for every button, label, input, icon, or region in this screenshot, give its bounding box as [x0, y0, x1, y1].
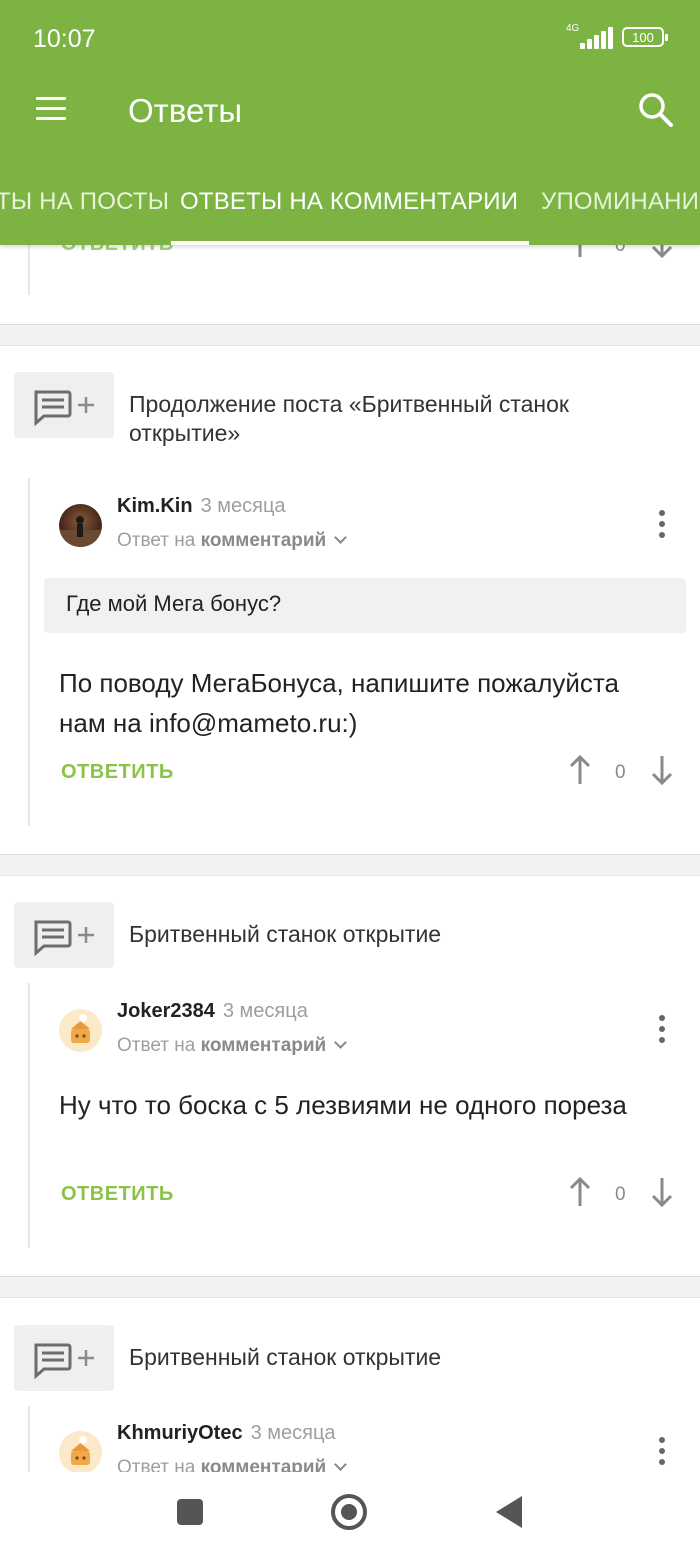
comment-add-icon[interactable] — [14, 372, 114, 438]
comment-age: 3 месяца — [200, 495, 286, 517]
reply-prefix: Ответ на — [117, 1457, 196, 1472]
reply-prefix: Ответ на — [117, 530, 196, 551]
battery-level: 100 — [632, 29, 654, 45]
status-time: 10:07 — [33, 25, 96, 53]
chevron-down-icon[interactable] — [334, 1458, 348, 1471]
post-title[interactable]: Продолжение поста «Бритвенный станок отк… — [129, 390, 629, 448]
author-label[interactable]: Joker2384 — [117, 1000, 215, 1022]
section-separator — [0, 324, 700, 346]
author-label[interactable]: Kim.Kin — [117, 495, 193, 517]
status-icons: 4G 100 — [566, 23, 668, 50]
reply-prefix: Ответ на — [117, 1035, 196, 1056]
reply-target[interactable]: комментарий — [201, 530, 327, 551]
reply-button[interactable]: ОТВЕТИТЬ — [61, 245, 174, 256]
reply-to-link[interactable]: Ответ на комментарий — [117, 1035, 348, 1057]
post-title[interactable]: Бритвенный станок открытие — [129, 920, 629, 949]
thread-line — [28, 245, 30, 295]
reply-button[interactable]: ОТВЕТИТЬ — [61, 1183, 174, 1206]
search-icon[interactable] — [638, 92, 674, 128]
section-separator — [0, 1276, 700, 1298]
thread-line — [28, 478, 30, 826]
screen: ОТВЕТИТЬ 0 Продолжение поста «Бритвенный… — [0, 0, 700, 1556]
comment-add-icon[interactable] — [14, 902, 114, 968]
arrow-down-icon[interactable] — [650, 245, 674, 259]
system-nav-bar — [0, 1472, 700, 1556]
replies-list[interactable]: ОТВЕТИТЬ 0 Продолжение поста «Бритвенный… — [0, 245, 700, 1472]
arrow-down-icon[interactable] — [650, 754, 674, 786]
app-bar: 10:07 4G 100 Ответы ТЫ НА ПОСТЫ ОТВЕТЫ Н… — [0, 0, 700, 245]
comment-text: По поводу МегаБонуса, напишите пожалуйст… — [59, 668, 619, 738]
tab-bar: ТЫ НА ПОСТЫ ОТВЕТЫ НА КОММЕНТАРИИ УПОМИН… — [0, 178, 700, 245]
reply-button[interactable]: ОТВЕТИТЬ — [61, 761, 174, 784]
back-button[interactable] — [496, 1496, 522, 1528]
vote-controls: 0 — [560, 245, 680, 267]
arrow-down-icon[interactable] — [650, 1176, 674, 1208]
chevron-down-icon[interactable] — [334, 531, 348, 544]
chevron-down-icon[interactable] — [334, 1036, 348, 1049]
more-vert-icon[interactable] — [657, 1437, 667, 1467]
home-button[interactable] — [331, 1494, 367, 1530]
reply-to-link[interactable]: Ответ на комментарий — [117, 530, 348, 552]
network-type: 4G — [566, 23, 580, 34]
reply-target[interactable]: комментарий — [201, 1457, 327, 1472]
comment-add-icon[interactable] — [14, 1325, 114, 1391]
tab-mentions[interactable]: УПОМИНАНИ — [541, 188, 699, 216]
comment-text: Ну что то боска с 5 лезвиями не одного п… — [59, 1090, 627, 1120]
section-separator — [0, 854, 700, 876]
post-title[interactable]: Бритвенный станок открытие — [129, 1343, 629, 1372]
author-name[interactable]: Kim.Kin 3 месяца — [117, 495, 286, 518]
reply-to-link[interactable]: Ответ на комментарий — [117, 1457, 348, 1472]
thread-line — [28, 1406, 30, 1472]
quoted-comment[interactable]: Где мой Мега бонус? — [44, 578, 686, 633]
vote-count: 0 — [615, 245, 626, 256]
author-label[interactable]: KhmuriyOtec — [117, 1422, 243, 1444]
arrow-up-icon[interactable] — [568, 1176, 592, 1208]
tab-post-replies[interactable]: ТЫ НА ПОСТЫ — [0, 188, 169, 216]
battery-icon: 100 — [622, 27, 668, 47]
avatar[interactable] — [59, 1431, 102, 1472]
signal-icon: 4G — [566, 23, 613, 49]
tab-comment-replies[interactable]: ОТВЕТЫ НА КОММЕНТАРИИ — [180, 188, 518, 216]
avatar[interactable] — [59, 1009, 102, 1052]
vote-controls: 0 — [560, 1176, 680, 1216]
tab-indicator — [171, 241, 529, 245]
menu-icon[interactable] — [36, 97, 66, 121]
reply-target[interactable]: комментарий — [201, 1035, 327, 1056]
more-vert-icon[interactable] — [657, 510, 667, 540]
vote-count: 0 — [615, 762, 626, 783]
recent-apps-button[interactable] — [177, 1499, 203, 1525]
comment-age: 3 месяца — [222, 1000, 308, 1022]
more-vert-icon[interactable] — [657, 1015, 667, 1045]
vote-controls: 0 — [560, 754, 680, 794]
author-name[interactable]: Joker2384 3 месяца — [117, 1000, 308, 1023]
arrow-up-icon[interactable] — [568, 754, 592, 786]
status-bar: 10:07 4G 100 — [0, 0, 700, 76]
thread-line — [28, 983, 30, 1248]
author-name[interactable]: KhmuriyOtec 3 месяца — [117, 1422, 336, 1445]
page-title: Ответы — [128, 92, 243, 129]
vote-count: 0 — [615, 1184, 626, 1205]
comment-age: 3 месяца — [250, 1422, 336, 1444]
avatar[interactable] — [59, 504, 102, 547]
arrow-up-icon[interactable] — [568, 245, 592, 259]
